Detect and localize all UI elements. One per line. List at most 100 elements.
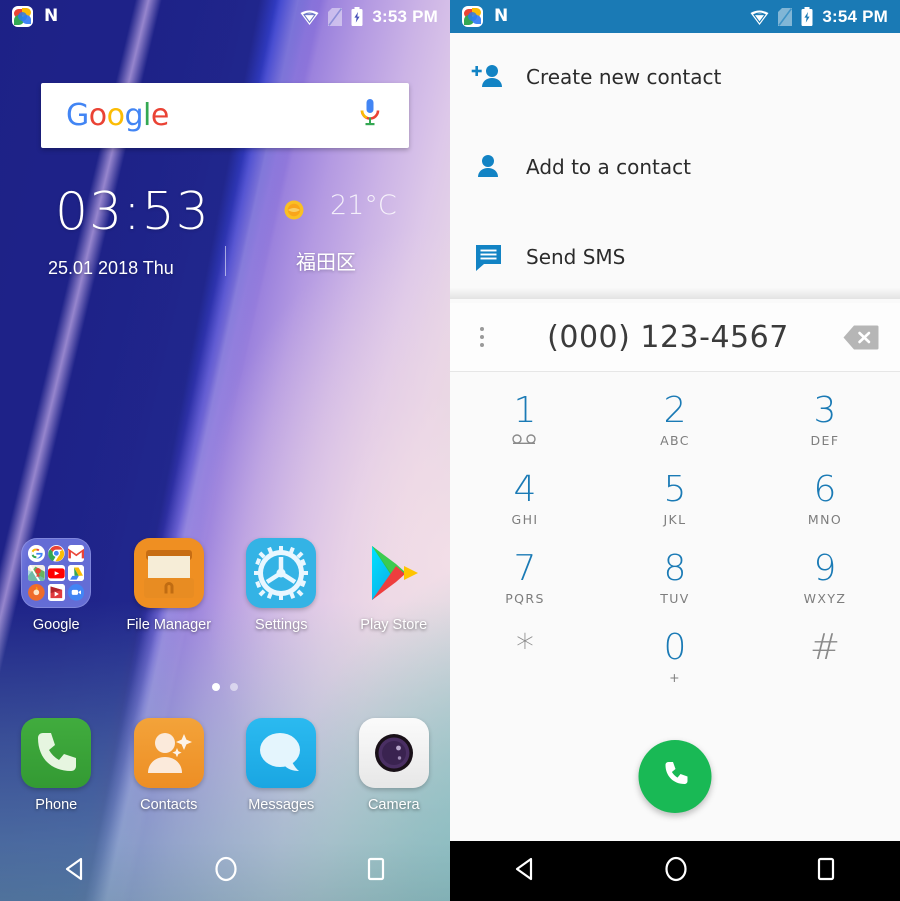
phone-number-bar: (000) 123-4567: [450, 303, 900, 372]
app-label: File Manager: [126, 617, 212, 633]
app-icon-phone[interactable]: Phone: [0, 718, 113, 813]
google-folder-icon[interactable]: [21, 538, 92, 608]
dialpad-key-8[interactable]: 8 TUV: [600, 538, 750, 617]
battery-charging-icon: [351, 7, 363, 26]
app-row-1: Google File Manager Settings Play Store: [0, 538, 450, 633]
key-letters: PQRS: [505, 590, 545, 606]
key-digit: 4: [513, 468, 537, 510]
file-manager-icon[interactable]: [133, 538, 204, 608]
dialpad-key-9[interactable]: 9 WXYZ: [750, 538, 900, 617]
play-store-icon[interactable]: [359, 538, 429, 608]
home-icon[interactable]: [662, 855, 690, 888]
key-digit: 8: [663, 547, 687, 589]
recents-icon[interactable]: [813, 855, 839, 888]
dialpad-key-2[interactable]: 2 ABC: [600, 380, 750, 459]
sim-card-icon: [328, 7, 343, 26]
battery-charging-icon: [801, 7, 813, 26]
weather-temperature: 21°C: [330, 190, 397, 221]
app-label: Settings: [255, 617, 308, 633]
app-icon-contacts[interactable]: Contacts: [113, 718, 226, 813]
g-letter: g: [124, 98, 144, 133]
dialpad-key-7[interactable]: 7 PQRS: [450, 538, 600, 617]
app-label: Contacts: [140, 797, 198, 813]
dialer-action-menu: Create new contact Add to a contact Send…: [450, 33, 900, 295]
app-icon-play-store[interactable]: Play Store: [338, 538, 451, 633]
app-icon-settings[interactable]: Settings: [225, 538, 338, 633]
app-label: Google: [32, 617, 80, 633]
wifi-icon: [750, 9, 769, 25]
recents-icon[interactable]: [363, 855, 389, 888]
dialpad-key-5[interactable]: 5 JKL: [600, 459, 750, 538]
google-photos-icon: [12, 6, 33, 27]
menu-item-add-to-a-contact[interactable]: Add to a contact: [450, 136, 900, 198]
call-button[interactable]: [638, 740, 712, 813]
backspace-icon[interactable]: [822, 324, 900, 351]
photos-icon: [28, 584, 45, 601]
g-letter: e: [150, 98, 169, 133]
dialpad-key-1[interactable]: 1: [450, 380, 600, 459]
key-letters: DEF: [810, 432, 840, 448]
widget-divider: [225, 246, 226, 276]
clock-date: 25.01 2018 Thu: [48, 258, 174, 278]
app-label: Messages: [248, 797, 315, 813]
sun-icon: [281, 197, 307, 223]
menu-item-create-new-contact[interactable]: Create new contact: [450, 46, 900, 108]
dock-row: Phone Contacts Messages Camera: [0, 718, 450, 813]
nova-launcher-icon: N: [44, 6, 59, 26]
dialpad-key-hash[interactable]: #: [750, 617, 900, 696]
g-letter: o: [88, 98, 107, 133]
settings-gear-icon[interactable]: [246, 538, 317, 608]
navigation-bar-left: [0, 841, 450, 901]
app-icon-camera[interactable]: Camera: [338, 718, 451, 813]
google-search-widget[interactable]: Google: [41, 83, 409, 148]
key-letters: WXYZ: [803, 590, 847, 606]
camera-lens-icon[interactable]: [358, 718, 429, 788]
menu-item-label: Create new contact: [526, 65, 722, 89]
status-bar-clock: 3:54 PM: [822, 6, 888, 26]
back-icon[interactable]: [511, 856, 539, 887]
call-icon: [657, 756, 693, 797]
page-dot-1[interactable]: [212, 683, 220, 691]
google-search-icon: [28, 545, 45, 562]
menu-divider-shadow: [450, 287, 900, 299]
app-icon-file-manager[interactable]: File Manager: [113, 538, 226, 633]
dialpad-key-0[interactable]: 0 +: [600, 617, 750, 696]
key-digit: 9: [813, 547, 837, 589]
key-letters: MNO: [807, 511, 843, 527]
messages-bubble-icon[interactable]: [246, 718, 317, 788]
key-letters: TUV: [660, 590, 690, 606]
key-digit: 7: [513, 547, 537, 589]
app-label: Camera: [367, 797, 420, 813]
weather-location: 福田区: [296, 250, 356, 274]
key-letters: GHI: [511, 511, 539, 527]
chrome-icon: [47, 545, 65, 562]
back-icon[interactable]: [61, 856, 89, 887]
menu-item-send-sms[interactable]: Send SMS: [450, 226, 900, 288]
home-icon[interactable]: [212, 855, 240, 888]
app-label: Phone: [35, 797, 78, 813]
menu-item-label: Send SMS: [526, 245, 626, 269]
dialpad-key-6[interactable]: 6 MNO: [750, 459, 900, 538]
dialpad-key-4[interactable]: 4 GHI: [450, 459, 600, 538]
key-letters: +: [669, 669, 681, 685]
app-icon-google-folder[interactable]: Google: [0, 538, 113, 633]
voicemail-icon: [510, 433, 540, 447]
phone-number-display[interactable]: (000) 123-4567: [514, 320, 822, 355]
play-movies-icon: [47, 584, 65, 601]
key-digit: #: [809, 626, 841, 668]
dialpad: 1 2 ABC 3 DEF 4 GHI 5 JKL 6 MNO 7 PQRS 8…: [450, 380, 900, 696]
status-bar-right: N 3:54 PM: [450, 0, 900, 33]
key-letters: ABC: [660, 432, 690, 448]
dialpad-key-3[interactable]: 3 DEF: [750, 380, 900, 459]
app-icon-messages[interactable]: Messages: [225, 718, 338, 813]
youtube-icon: [47, 564, 65, 582]
phone-handset-icon[interactable]: [21, 718, 92, 788]
contacts-person-icon[interactable]: [133, 718, 204, 788]
microphone-icon[interactable]: [359, 98, 381, 133]
message-icon: [450, 242, 526, 272]
page-dot-2[interactable]: [230, 683, 238, 691]
dialpad-key-star[interactable]: *: [450, 617, 600, 696]
overflow-menu-icon[interactable]: [450, 327, 514, 347]
nova-launcher-icon: N: [494, 6, 509, 26]
key-digit: 5: [663, 468, 687, 510]
